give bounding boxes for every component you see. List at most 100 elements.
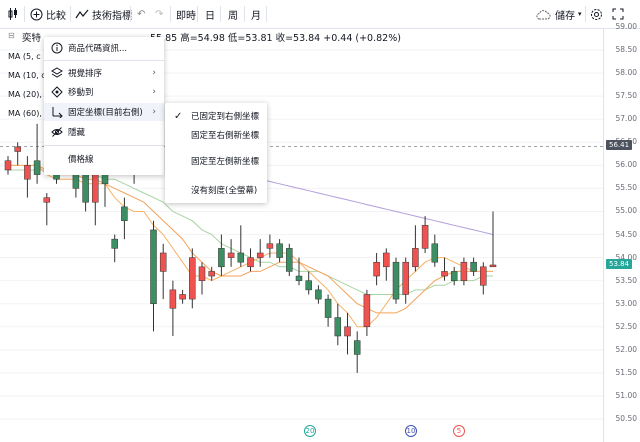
interval-week[interactable]: 周 xyxy=(228,0,238,28)
interval-day-label: 日 xyxy=(205,10,215,22)
candle-body xyxy=(315,289,322,300)
candle-body xyxy=(363,294,371,328)
compare-button[interactable]: 比較 xyxy=(30,0,66,28)
candle-body xyxy=(82,174,89,203)
menu-visual-order[interactable]: 視覺排序 › xyxy=(44,64,164,82)
interval-intraday[interactable]: 即時 xyxy=(176,0,196,28)
save-label: 儲存 xyxy=(555,10,575,22)
interval-month-label: 月 xyxy=(251,10,261,22)
legend-ma5[interactable]: MA (5, c xyxy=(8,52,41,61)
price-axis-label: 57.50 xyxy=(615,91,637,101)
candles-icon xyxy=(8,8,17,20)
menu-symbol-info-label: 商品代碼資訊... xyxy=(68,44,128,54)
price-axis-label: 59.00 xyxy=(615,22,637,31)
fullscreen-icon xyxy=(612,8,624,20)
top-toolbar: 比較 技術指標 ↶ ↷ 即時 日 周 月 儲存 ▾ xyxy=(0,0,640,29)
interval-week-label: 周 xyxy=(228,10,238,22)
legend-ma20[interactable]: MA (20), c xyxy=(8,90,49,99)
chart-type-button[interactable] xyxy=(6,0,20,28)
candle-body xyxy=(266,243,274,249)
symbol-name: 奕特 xyxy=(22,33,42,44)
event-marker[interactable]: 20 xyxy=(304,425,316,437)
settings-button[interactable] xyxy=(590,0,603,28)
indicators-button[interactable]: 技術指標 xyxy=(75,0,132,28)
candle-body xyxy=(295,275,303,281)
candle-body xyxy=(111,238,118,249)
price-axis-label: 52.00 xyxy=(615,344,637,354)
candle-body xyxy=(383,252,390,268)
candle-body xyxy=(4,160,12,171)
info-icon xyxy=(51,42,63,54)
interval-intraday-label: 即時 xyxy=(176,10,196,22)
interval-month[interactable]: 月 xyxy=(251,0,261,28)
candle-body xyxy=(14,146,21,152)
event-marker[interactable]: 10 xyxy=(405,425,417,437)
candle-body xyxy=(247,257,254,268)
move-icon xyxy=(51,86,63,98)
legend-ma10[interactable]: MA (10, c xyxy=(8,71,46,80)
redo-icon: ↷ xyxy=(155,8,164,20)
eye-off-icon xyxy=(51,127,63,137)
submenu-pinned-right[interactable]: ✓ 已固定到右側坐標 xyxy=(165,107,267,125)
chevron-right-icon: › xyxy=(152,87,156,97)
menu-pin-to-scale[interactable]: 固定坐標(目前右側) › xyxy=(44,103,164,121)
price-axis-label: 58.50 xyxy=(615,45,637,55)
indicators-icon xyxy=(75,9,89,19)
interval-day[interactable]: 日 xyxy=(205,0,215,28)
price-axis-label: 50.50 xyxy=(615,414,637,423)
candle-body xyxy=(276,243,283,258)
collapse-icon[interactable]: ⊟ xyxy=(8,31,15,40)
menu-hide[interactable]: 隱藏 xyxy=(44,123,164,141)
price-axis-label: 56.00 xyxy=(615,160,637,170)
candle-body xyxy=(24,165,31,180)
candle-body xyxy=(489,264,497,268)
menu-visual-order-label: 視覺排序 xyxy=(68,69,103,79)
ohlc-values: 55.85 高=54.98 低=53.81 收=53.84 +0.44 (+0.… xyxy=(150,33,401,44)
layers-icon xyxy=(51,67,63,78)
menu-move-to[interactable]: 移動到 › xyxy=(44,83,164,101)
redo-button[interactable]: ↷ xyxy=(155,0,163,28)
legend-ma20-label: MA (20), c xyxy=(8,90,49,99)
event-marker[interactable]: 5 xyxy=(453,425,465,437)
compare-label: 比較 xyxy=(46,10,66,22)
candle-body xyxy=(431,243,439,263)
candle-body xyxy=(392,261,400,300)
candle-body xyxy=(412,248,419,268)
save-button[interactable]: 儲存 ▾ xyxy=(535,0,582,28)
candle-body xyxy=(344,326,351,337)
legend-ma60[interactable]: MA (60), c xyxy=(8,109,49,118)
submenu-no-scale[interactable]: 沒有刻度(全螢幕) xyxy=(165,181,267,199)
candle-body xyxy=(324,298,332,318)
submenu-no-scale-label: 沒有刻度(全螢幕) xyxy=(191,186,258,196)
pin-axis-icon xyxy=(52,107,63,118)
price-axis-label: 54.50 xyxy=(615,229,637,239)
candle-body xyxy=(470,261,477,272)
price-axis[interactable]: 59.0058.5058.0057.5057.0056.5056.0055.50… xyxy=(603,22,640,442)
menu-pin-to-scale-label: 固定坐標(目前右側) xyxy=(68,108,143,118)
submenu-pin-new-left[interactable]: 固定至左側新坐標 xyxy=(165,152,267,170)
chevron-right-icon: › xyxy=(152,68,156,78)
candle-body xyxy=(373,261,380,277)
candle-body xyxy=(121,206,128,221)
candle-body xyxy=(402,261,409,295)
candle-body xyxy=(189,257,196,300)
submenu-pin-new-right-label: 固定至右側新坐標 xyxy=(191,131,260,141)
menu-price-line[interactable]: 價格線 xyxy=(44,150,164,168)
candle-body xyxy=(169,289,177,309)
indicators-label: 技術指標 xyxy=(92,10,132,22)
candle-body xyxy=(179,294,186,300)
gear-icon xyxy=(591,8,602,20)
ma60-line xyxy=(240,174,494,235)
price-axis-label: 53.50 xyxy=(615,275,637,285)
price-axis-label: 53.00 xyxy=(615,298,637,308)
candle-body xyxy=(441,271,448,277)
candle-body xyxy=(286,248,293,272)
candle-body xyxy=(33,160,41,175)
candle-body xyxy=(227,252,235,258)
submenu-pin-new-right[interactable]: 固定至右側新坐標 xyxy=(165,126,267,144)
chevron-right-icon: › xyxy=(152,107,156,117)
menu-symbol-info[interactable]: 商品代碼資訊... xyxy=(44,39,164,57)
menu-price-line-label: 價格線 xyxy=(68,155,94,165)
legend-ma5-label: MA (5, c xyxy=(8,52,41,61)
undo-button[interactable]: ↶ xyxy=(137,0,145,28)
